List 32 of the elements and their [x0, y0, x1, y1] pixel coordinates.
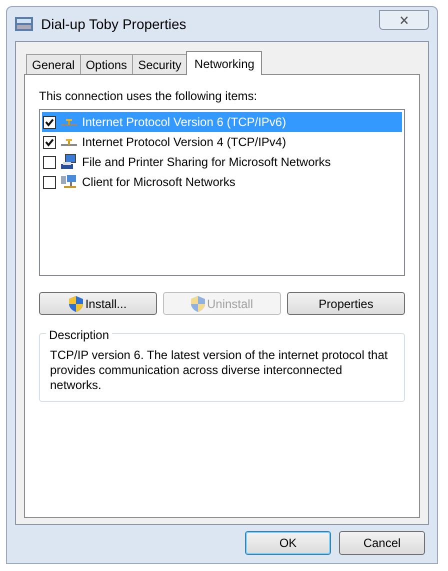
window-title: Dial-up Toby Properties	[41, 14, 186, 34]
item-button[interactable]: Properties	[287, 292, 405, 315]
check-icon	[45, 138, 54, 146]
check-icon	[45, 118, 54, 126]
list-item[interactable]: Internet Protocol Version 4 (TCP/IPv4)	[42, 132, 402, 152]
dialog-button[interactable]: Cancel	[339, 531, 425, 555]
network-computer-icon	[61, 174, 77, 190]
shield-icon	[190, 296, 205, 312]
phone-icon	[15, 16, 33, 32]
item-label: Internet Protocol Version 6 (TCP/IPv6)	[82, 114, 286, 131]
checkbox[interactable]	[43, 136, 56, 148]
checkbox[interactable]	[43, 116, 56, 128]
checkbox[interactable]	[43, 156, 56, 168]
dialog-button[interactable]: OK	[245, 531, 331, 555]
list-item[interactable]: Client for Microsoft Networks	[42, 172, 402, 192]
tab[interactable]: Networking	[186, 51, 262, 75]
tab[interactable]: Options	[80, 54, 134, 74]
shield-icon	[69, 296, 84, 312]
items-label: This connection uses the following items:	[39, 88, 258, 105]
network-protocol-icon	[61, 137, 77, 147]
item-label: Internet Protocol Version 4 (TCP/IPv4)	[82, 134, 286, 151]
close-button[interactable]: 🗙	[379, 10, 429, 30]
network-protocol-icon	[61, 117, 77, 127]
tab[interactable]: Security	[132, 54, 188, 74]
description-text: TCP/IP version 6. The latest version of the internet protocol that provides communication across diverse interconnected networks.	[50, 348, 389, 393]
list-item[interactable]: File and Printer Sharing for Microsoft Networks	[42, 152, 402, 172]
item-button[interactable]: Install...	[39, 292, 157, 315]
item-label: File and Printer Sharing for Microsoft Networks	[82, 154, 331, 171]
checkbox[interactable]	[43, 176, 56, 188]
tab[interactable]: General	[26, 54, 81, 74]
item-label: Client for Microsoft Networks	[82, 174, 236, 191]
computer-printer-icon	[61, 154, 77, 170]
